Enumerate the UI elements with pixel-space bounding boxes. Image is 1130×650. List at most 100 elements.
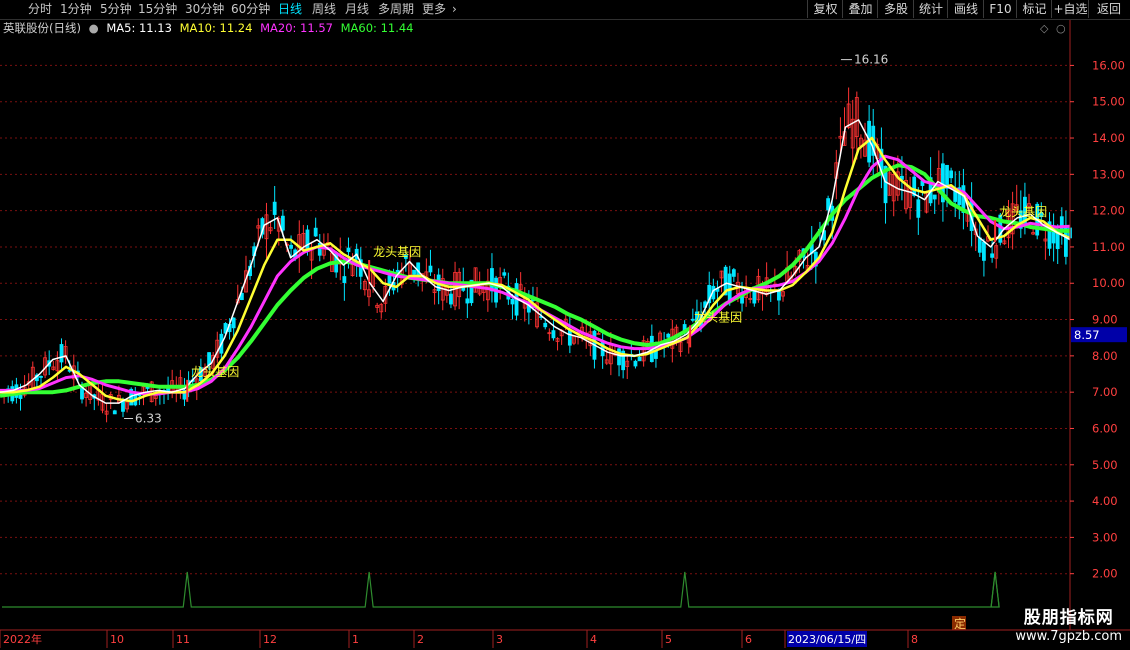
low-price-label: 6.33: [135, 411, 162, 425]
x-tick-label: 3: [496, 633, 503, 646]
y-tick-label: 6.00: [1092, 421, 1118, 435]
tab-2[interactable]: 5分钟: [100, 2, 132, 17]
ma-lines: [0, 119, 1071, 404]
candle-body: [449, 293, 453, 305]
date-axis: 2022年 10 11 12 1 2 3 4 5 6 2023/06/15/四 8: [0, 630, 918, 648]
candle-body: [59, 344, 64, 363]
candle-body: [346, 247, 351, 253]
toolbar-button-2[interactable]: 多股: [877, 0, 914, 18]
watermark-url: www.7gpzb.com: [1015, 629, 1122, 644]
tab-6[interactable]: 日线: [278, 2, 302, 17]
ma60-line: [0, 163, 1071, 398]
y-tick-label: 2.00: [1092, 567, 1118, 581]
y-tick-label: 3.00: [1092, 530, 1118, 544]
candle-body: [280, 215, 285, 231]
candle-body: [510, 298, 515, 305]
candle-body: [731, 269, 736, 277]
y-tick-label: 7.00: [1092, 385, 1118, 399]
toolbar-button-5[interactable]: F10: [983, 0, 1017, 18]
candle-body: [272, 201, 277, 215]
toolbar-button-7[interactable]: +自选: [1051, 0, 1089, 18]
y-tick-label: 5.00: [1092, 458, 1118, 472]
signal-indicator: 定: [2, 571, 1000, 631]
x-tick-label: 8: [911, 633, 918, 646]
candle-body: [982, 241, 986, 261]
tab-9[interactable]: 多周期: [378, 2, 414, 17]
y-tick-label: 9.00: [1092, 313, 1118, 327]
candle-body: [289, 244, 293, 249]
candle-body: [949, 170, 954, 179]
x-tick-label: 12: [263, 633, 277, 646]
tab-8[interactable]: 月线: [345, 2, 369, 17]
tab-7[interactable]: 周线: [312, 2, 336, 17]
candle-body: [39, 376, 43, 378]
y-tick-label: 4.00: [1092, 494, 1118, 508]
ma10-line: [0, 136, 1071, 403]
candle-body: [916, 199, 921, 218]
x-tick-label: 11: [176, 633, 190, 646]
signal-last-peak: [990, 571, 1000, 608]
candle-body: [387, 275, 392, 284]
x-tick-label: 2: [417, 633, 424, 646]
tab-3[interactable]: 15分钟: [138, 2, 177, 17]
more-arrow-icon[interactable]: ›: [452, 2, 457, 17]
candle-body: [1055, 233, 1060, 250]
y-tick-label: 10.00: [1092, 276, 1125, 290]
toolbar-button-4[interactable]: 画线: [947, 0, 984, 18]
toolbar-button-6[interactable]: 标记: [1016, 0, 1052, 18]
candle-body: [313, 227, 318, 237]
x-tick-label: 4: [590, 633, 597, 646]
tab-4[interactable]: 30分钟: [185, 2, 224, 17]
tab-1[interactable]: 1分钟: [60, 2, 92, 17]
period-toolbar: 分时 1分钟 5分钟 15分钟 30分钟 60分钟 日线 周线 月线 多周期 更多 › 复权 叠加 多股统…: [0, 0, 1130, 20]
watermark: 股朋指标网 www.7gpzb.com: [1015, 603, 1122, 644]
y-tick-label: 11.00: [1092, 240, 1125, 254]
annotations: 龙头基因龙头基因龙头基因龙头基因16.166.33: [124, 53, 1047, 425]
candle-body: [428, 265, 433, 273]
candle-body: [121, 400, 125, 412]
annotation-label: 龙头基因: [191, 365, 239, 379]
candle-body: [617, 348, 621, 366]
toolbar-button-3[interactable]: 统计: [913, 0, 948, 18]
high-price-label: 16.16: [854, 53, 888, 67]
current-price-label: 8.57: [1074, 328, 1100, 342]
x-tick-label: 5: [665, 633, 672, 646]
tab-0[interactable]: 分时: [28, 2, 52, 17]
candle-body: [231, 317, 236, 329]
toolbar-button-1[interactable]: 叠加: [842, 0, 878, 18]
tab-10[interactable]: 更多: [422, 2, 446, 17]
candle-body: [18, 394, 23, 399]
y-tick-label: 15.00: [1092, 95, 1125, 109]
candle-body: [543, 322, 548, 328]
x-tick-label: 6: [745, 633, 752, 646]
toolbar-button-8[interactable]: 返回: [1088, 0, 1129, 18]
highlighted-date-label: 2023/06/15/四: [788, 633, 866, 646]
candle-body: [342, 276, 347, 283]
candle-body: [112, 410, 117, 415]
y-tick-label: 13.00: [1092, 167, 1125, 181]
signal-line: [2, 571, 1000, 608]
tab-5[interactable]: 60分钟: [231, 2, 270, 17]
y-tick-label: 12.00: [1092, 204, 1125, 218]
candle-body: [727, 273, 732, 302]
x-tick-label: 2022年: [3, 632, 42, 646]
annotation-label: 龙头基因: [373, 245, 421, 259]
y-tick-label: 8.00: [1092, 349, 1118, 363]
toolbar-button-0[interactable]: 复权: [807, 0, 843, 18]
y-tick-label: 16.00: [1092, 58, 1125, 72]
y-tick-label: 14.00: [1092, 131, 1125, 145]
candle-body: [207, 352, 211, 366]
signal-marker: 定: [954, 616, 966, 631]
candle-body: [633, 360, 638, 367]
ma5-line: [0, 119, 1071, 404]
candle-body: [551, 330, 556, 339]
candle-body: [305, 229, 310, 252]
price-grid: [0, 64, 1070, 575]
candle-body: [490, 268, 494, 292]
watermark-title: 股朋指标网: [1023, 608, 1114, 628]
candle-body: [412, 269, 416, 275]
candle-body: [990, 253, 995, 258]
x-tick-label: 1: [352, 633, 359, 646]
annotation-label: 龙头基因: [999, 205, 1047, 219]
kline-chart[interactable]: 龙头基因龙头基因龙头基因龙头基因16.166.33 定 16.0015.0014…: [0, 20, 1130, 650]
